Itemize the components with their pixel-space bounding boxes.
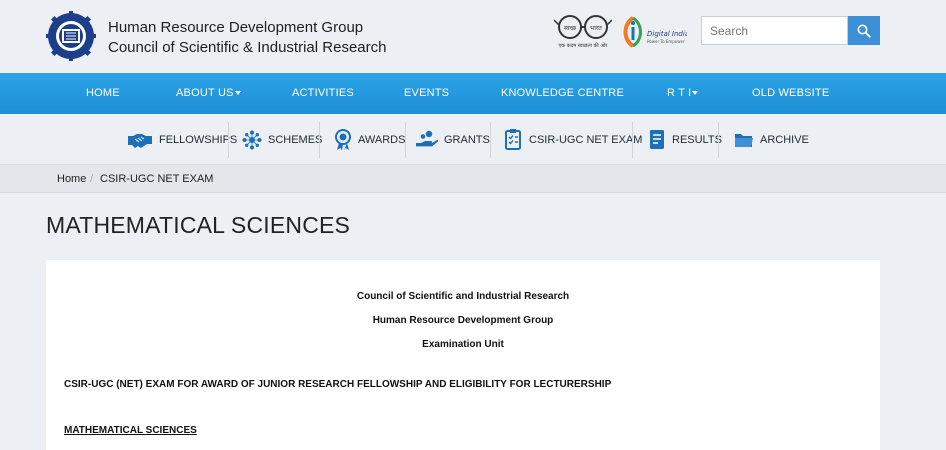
breadcrumb: Home / CSIR-UGC NET EXAM [0, 165, 946, 193]
subnav-grants[interactable]: GRANTS [416, 122, 490, 158]
subnav-fellowships[interactable]: FELLOWSHIPS [127, 122, 237, 158]
org-name-line1: Human Resource Development Group [108, 19, 364, 36]
results-document-icon [650, 130, 664, 149]
subnav-divider [632, 122, 633, 158]
subnav-divider [228, 122, 229, 158]
nav-old-website[interactable]: OLD WEBSITE [752, 73, 829, 114]
subnav-results-label: RESULTS [672, 134, 722, 146]
subnav-results[interactable]: RESULTS [648, 122, 722, 158]
subnav-divider [490, 122, 491, 158]
folder-icon [735, 134, 753, 147]
search-button[interactable] [848, 16, 880, 45]
chevron-down-icon [692, 91, 699, 96]
sub-nav: FELLOWSHIPS SCHEMES AWARDS GRANTS CSIR-U… [0, 114, 946, 165]
page-title: MATHEMATICAL SCIENCES [46, 212, 351, 238]
swachh-badge-left: स्वच्छ [564, 25, 577, 32]
digital-india-title: Digital India [647, 30, 687, 38]
content-panel: Council of Scientific and Industrial Res… [46, 260, 880, 450]
subnav-grants-label: GRANTS [444, 134, 490, 146]
exam-checklist-icon [505, 129, 521, 150]
digital-india-sub: Power To Empower [647, 39, 685, 44]
content-exam-heading: CSIR-UGC (NET) EXAM FOR AWARD OF JUNIOR … [64, 379, 612, 390]
nav-rti-label: R T I [667, 87, 692, 99]
breadcrumb-separator: / [90, 173, 94, 185]
subnav-divider [319, 122, 320, 158]
search-icon [857, 24, 871, 38]
network-icon [242, 130, 262, 150]
chevron-down-icon [234, 91, 241, 96]
nav-rti[interactable]: R T I [667, 73, 699, 114]
main-nav: HOME ABOUT US ACTIVITIES EVENTS KNOWLEDG… [0, 73, 946, 114]
nav-about-us-label: ABOUT US [176, 87, 234, 99]
swachh-badge-right: भारत [590, 25, 602, 32]
org-title: Human Resource Development Group Council… [108, 18, 386, 58]
site-header: Human Resource Development Group Council… [0, 0, 946, 73]
breadcrumb-home[interactable]: Home [57, 165, 86, 193]
content-line-exam-unit: Examination Unit [422, 339, 504, 350]
search-input[interactable] [701, 16, 848, 45]
nav-activities[interactable]: ACTIVITIES [292, 73, 354, 114]
subnav-archive-label: ARCHIVE [760, 134, 809, 146]
subnav-schemes[interactable]: SCHEMES [242, 122, 322, 158]
subnav-divider [405, 122, 406, 158]
subnav-fellowships-label: FELLOWSHIPS [159, 134, 238, 146]
nav-home[interactable]: HOME [86, 73, 120, 114]
swachh-bharat-logo[interactable]: स्वच्छ भारत एक कदम स्वच्छता की ओर [554, 14, 612, 52]
nav-about-us[interactable]: ABOUT US [176, 73, 241, 114]
subnav-net-exam[interactable]: CSIR-UGC NET EXAM [505, 122, 642, 158]
content-subject-heading: MATHEMATICAL SCIENCES [64, 425, 197, 436]
org-name-line2: Council of Scientific & Industrial Resea… [108, 39, 387, 56]
subnav-net-exam-label: CSIR-UGC NET EXAM [529, 134, 643, 146]
handshake-icon [128, 134, 152, 148]
subnav-awards[interactable]: AWARDS [334, 122, 405, 158]
subnav-divider [718, 122, 719, 158]
digital-india-logo[interactable]: Digital India Power To Empower [621, 14, 687, 52]
csir-logo[interactable] [46, 11, 96, 61]
breadcrumb-current: CSIR-UGC NET EXAM [100, 173, 214, 185]
subnav-schemes-label: SCHEMES [268, 134, 323, 146]
nav-events[interactable]: EVENTS [404, 73, 449, 114]
grant-hand-icon [416, 130, 438, 147]
nav-knowledge-centre[interactable]: KNOWLEDGE CENTRE [501, 73, 624, 114]
subnav-awards-label: AWARDS [358, 134, 406, 146]
award-icon [335, 129, 351, 151]
subnav-archive[interactable]: ARCHIVE [734, 122, 809, 158]
swachh-tagline: एक कदम स्वच्छता की ओर [559, 42, 609, 49]
content-line-hrdg: Human Resource Development Group [372, 315, 554, 326]
content-line-council: Council of Scientific and Industrial Res… [356, 291, 570, 302]
